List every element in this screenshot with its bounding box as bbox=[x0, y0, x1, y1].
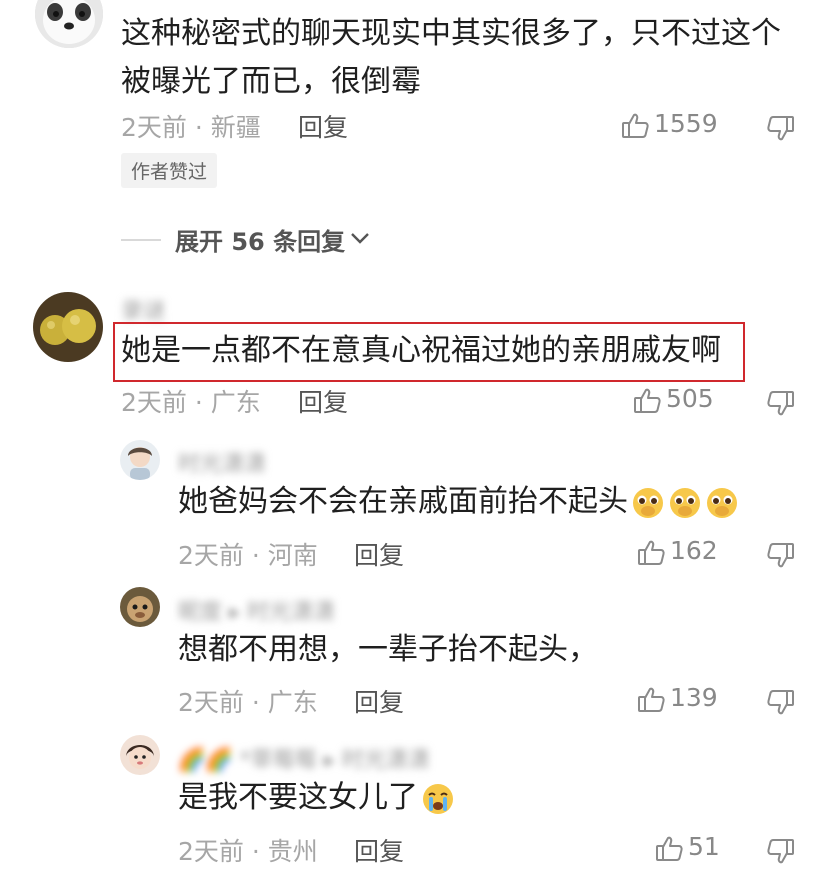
separator: · bbox=[251, 541, 260, 570]
like-count: 505 bbox=[666, 384, 714, 413]
chevron-down-icon bbox=[349, 230, 371, 250]
thumbs-down-icon[interactable] bbox=[766, 540, 796, 570]
username[interactable]: 时光潇潇 bbox=[178, 446, 266, 478]
separator: · bbox=[251, 688, 260, 717]
avatar[interactable] bbox=[120, 587, 160, 627]
avatar[interactable] bbox=[33, 292, 103, 362]
reply-time: 2天前 bbox=[178, 837, 244, 866]
avatar[interactable] bbox=[35, 0, 103, 48]
reply-text: 是我不要这女儿了 bbox=[178, 774, 455, 822]
comment-time: 2天前 bbox=[121, 113, 187, 142]
like-count: 139 bbox=[670, 683, 718, 712]
reply-time: 2天前 bbox=[178, 688, 244, 717]
reply-text: 她爸妈会不会在亲戚面前抬不起头 bbox=[178, 478, 739, 526]
avatar[interactable] bbox=[120, 735, 160, 775]
pleading-face-emoji bbox=[668, 486, 702, 520]
comment-meta: 2天前 · 广东 bbox=[121, 383, 261, 419]
username[interactable]: 录谜 bbox=[121, 293, 165, 325]
comment-text: 这种秘密式的聊天现实中其实很多了，只不过这个 被曝光了而已，很倒霉 bbox=[121, 16, 781, 99]
thumbs-up-icon[interactable] bbox=[620, 111, 650, 141]
username[interactable]: 昵度 ▸ 时光潇潇 bbox=[178, 594, 335, 626]
pleading-face-emoji bbox=[705, 486, 739, 520]
reply-location: 河南 bbox=[267, 541, 318, 570]
reply-location: 广东 bbox=[267, 688, 318, 717]
reply-button[interactable]: 回复 bbox=[354, 832, 404, 868]
expand-replies-label: 展开 56 条回复 bbox=[175, 228, 346, 256]
comment-time: 2天前 bbox=[121, 388, 187, 417]
thumbs-up-icon[interactable] bbox=[632, 386, 662, 416]
reply-button[interactable]: 回复 bbox=[354, 536, 404, 572]
thumbs-up-icon[interactable] bbox=[654, 834, 684, 864]
separator: · bbox=[194, 388, 203, 417]
reply-location: 贵州 bbox=[267, 837, 318, 866]
separator: · bbox=[194, 113, 203, 142]
avatar[interactable] bbox=[120, 440, 160, 480]
thumbs-up-icon[interactable] bbox=[636, 685, 666, 715]
reply-time: 2天前 bbox=[178, 541, 244, 570]
thumbs-up-icon[interactable] bbox=[636, 538, 666, 568]
divider-line bbox=[121, 238, 161, 241]
thumbs-down-icon[interactable] bbox=[766, 388, 796, 418]
expand-replies[interactable]: 展开 56 条回复 bbox=[121, 222, 371, 257]
thumbs-down-icon[interactable] bbox=[766, 836, 796, 866]
reply-button[interactable]: 回复 bbox=[298, 108, 348, 144]
reply-meta: 2天前 · 贵州 bbox=[178, 832, 318, 868]
comment-location: 新疆 bbox=[210, 113, 261, 142]
pleading-face-emoji bbox=[631, 486, 665, 520]
reply-button[interactable]: 回复 bbox=[298, 383, 348, 419]
like-count: 1559 bbox=[654, 109, 718, 138]
thumbs-down-icon[interactable] bbox=[766, 113, 796, 143]
crying-face-emoji bbox=[421, 782, 455, 816]
reply-meta: 2天前 · 河南 bbox=[178, 536, 318, 572]
comment-text: 她是一点都不在意真心祝福过她的亲朋戚友啊 bbox=[121, 333, 721, 368]
comment-meta: 2天前 · 新疆 bbox=[121, 108, 261, 144]
username[interactable]: 🌈🌈 *草莓莓 ▸ 时光潇潇 bbox=[178, 742, 430, 774]
thumbs-down-icon[interactable] bbox=[766, 687, 796, 717]
comment-location: 广东 bbox=[210, 388, 261, 417]
reply-meta: 2天前 · 广东 bbox=[178, 683, 318, 719]
reply-button[interactable]: 回复 bbox=[354, 683, 404, 719]
like-count: 51 bbox=[688, 832, 720, 861]
separator: · bbox=[251, 837, 260, 866]
author-liked-badge: 作者赞过 bbox=[121, 153, 218, 188]
like-count: 162 bbox=[670, 536, 718, 565]
reply-text: 想都不用想，一辈子抬不起头， bbox=[178, 632, 598, 667]
